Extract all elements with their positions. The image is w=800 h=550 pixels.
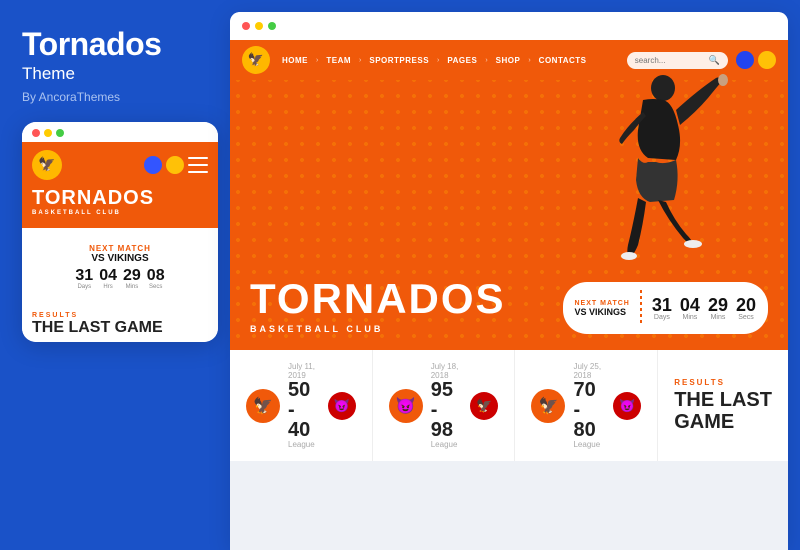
mobile-timer: 31 Days 04 Hrs 29 Mins 08 Secs: [36, 268, 204, 290]
profile-yellow-icon: [758, 51, 776, 69]
mobile-header: 🦅: [22, 142, 218, 180]
nav-link-contacts[interactable]: CONTACTS: [539, 56, 587, 65]
mobile-timer-secs: 08 Secs: [147, 268, 165, 290]
mobile-logo-icon: 🦅: [32, 150, 62, 180]
browser-dot-yellow: [255, 22, 263, 30]
nav-logo: 🦅: [242, 46, 270, 74]
result-date-2: July 18, 2018: [431, 362, 463, 380]
search-button[interactable]: 🔍: [709, 55, 720, 66]
hero-title: TORNADOS: [250, 278, 543, 320]
result-logo-right-2: 🦅: [470, 392, 498, 420]
browser-hero: 🦅 HOME › TEAM › SPORTPRESS › PAGES › SHO…: [230, 40, 788, 350]
result-info-1: July 11, 2019 50 - 40 League: [288, 362, 320, 449]
mobile-results-title: THE LAST GAME: [32, 319, 208, 337]
result-logo-right-3: 😈: [613, 392, 641, 420]
nav-link-home[interactable]: HOME: [282, 56, 308, 65]
mobile-results-section: RESULTS THE LAST GAME: [22, 306, 218, 343]
theme-by: By AncoraThemes: [22, 90, 208, 104]
mobile-timer-days: 31 Days: [75, 268, 93, 290]
browser-window-bar: [230, 12, 788, 40]
mobile-blue-icon: [144, 156, 162, 174]
left-panel: Tornados Theme By AncoraThemes 🦅 TORNA: [0, 0, 230, 550]
mobile-timer-mins: 29 Mins: [123, 268, 141, 290]
mobile-hero-bg: TORNADOS BASKETBALL CLUB: [22, 180, 218, 228]
mobile-nav-icons: [144, 156, 208, 174]
result-card-3: 🦅 July 25, 2018 70 - 80 League 😈: [515, 350, 658, 461]
dot-green: [56, 129, 64, 137]
mobile-match-vs: VS VIKINGS: [36, 253, 204, 264]
mobile-next-match-label: NEXT MATCH: [36, 244, 204, 253]
results-last-game-title: THE LAST GAME: [674, 389, 772, 433]
nav-link-team[interactable]: TEAM: [326, 56, 351, 65]
nav-profile-icons: [736, 51, 776, 69]
mobile-results-tag: RESULTS: [32, 312, 208, 319]
nav-link-sportpress[interactable]: SPORTPRESS: [369, 56, 429, 65]
result-league-1: League: [288, 440, 320, 449]
result-logo-right-1: 😈: [328, 392, 356, 420]
hero-content: TORNADOS BASKETBALL CLUB: [230, 80, 788, 350]
mobile-logo-area: 🦅: [32, 150, 62, 180]
browser-content: 🦅 HOME › TEAM › SPORTPRESS › PAGES › SHO…: [230, 40, 788, 550]
mobile-yellow-icon: [166, 156, 184, 174]
nav-link-shop[interactable]: SHOP: [496, 56, 521, 65]
result-league-2: League: [431, 440, 463, 449]
result-score-3: 70 - 80: [573, 380, 605, 440]
nm-timer-secs: 20 Secs: [736, 296, 756, 321]
hamburger-icon[interactable]: [188, 157, 208, 173]
mobile-match-box: NEXT MATCH VS VIKINGS 31 Days 04 Hrs 29 …: [26, 236, 214, 298]
results-tag: RESULTS: [674, 378, 772, 387]
mobile-timer-hrs: 04 Hrs: [99, 268, 117, 290]
dot-red: [32, 129, 40, 137]
result-score-1: 50 - 40: [288, 380, 320, 440]
browser-dot-red: [242, 22, 250, 30]
mobile-window-bar: [22, 122, 218, 142]
result-date-1: July 11, 2019: [288, 362, 320, 380]
hero-player-figure: [568, 70, 728, 350]
search-input[interactable]: [635, 56, 705, 65]
result-card-1: 🦅 July 11, 2019 50 - 40 League 😈: [230, 350, 373, 461]
profile-blue-icon: [736, 51, 754, 69]
hero-subtitle: BASKETBALL CLUB: [250, 324, 543, 334]
result-info-2: July 18, 2018 95 - 98 League: [431, 362, 463, 449]
result-league-3: League: [573, 440, 605, 449]
result-score-2: 95 - 98: [431, 380, 463, 440]
nav-link-pages[interactable]: PAGES: [447, 56, 477, 65]
result-date-3: July 25, 2018: [573, 362, 605, 380]
mobile-hero-subtitle: BASKETBALL CLUB: [32, 210, 208, 216]
dot-yellow: [44, 129, 52, 137]
nav-search-box[interactable]: 🔍: [627, 52, 728, 69]
result-card-2: 😈 July 18, 2018 95 - 98 League 🦅: [373, 350, 516, 461]
result-logo-left-2: 😈: [389, 389, 423, 423]
mobile-hero-title: TORNADOS: [32, 188, 208, 208]
results-last-game: RESULTS THE LAST GAME: [658, 350, 788, 461]
result-info-3: July 25, 2018 70 - 80 League: [573, 362, 605, 449]
results-section: 🦅 July 11, 2019 50 - 40 League 😈 😈 July …: [230, 350, 788, 461]
theme-subtitle: Theme: [22, 64, 208, 84]
browser-preview: 🦅 HOME › TEAM › SPORTPRESS › PAGES › SHO…: [230, 12, 788, 550]
nav-links: HOME › TEAM › SPORTPRESS › PAGES › SHOP …: [282, 56, 619, 65]
theme-title: Tornados: [22, 28, 208, 62]
hero-text: TORNADOS BASKETBALL CLUB: [250, 278, 543, 334]
result-logo-left-1: 🦅: [246, 389, 280, 423]
result-logo-left-3: 🦅: [531, 389, 565, 423]
mobile-preview-card: 🦅 TORNADOS BASKETBALL CLUB NEXT MATCH VS…: [22, 122, 218, 343]
browser-dot-green: [268, 22, 276, 30]
